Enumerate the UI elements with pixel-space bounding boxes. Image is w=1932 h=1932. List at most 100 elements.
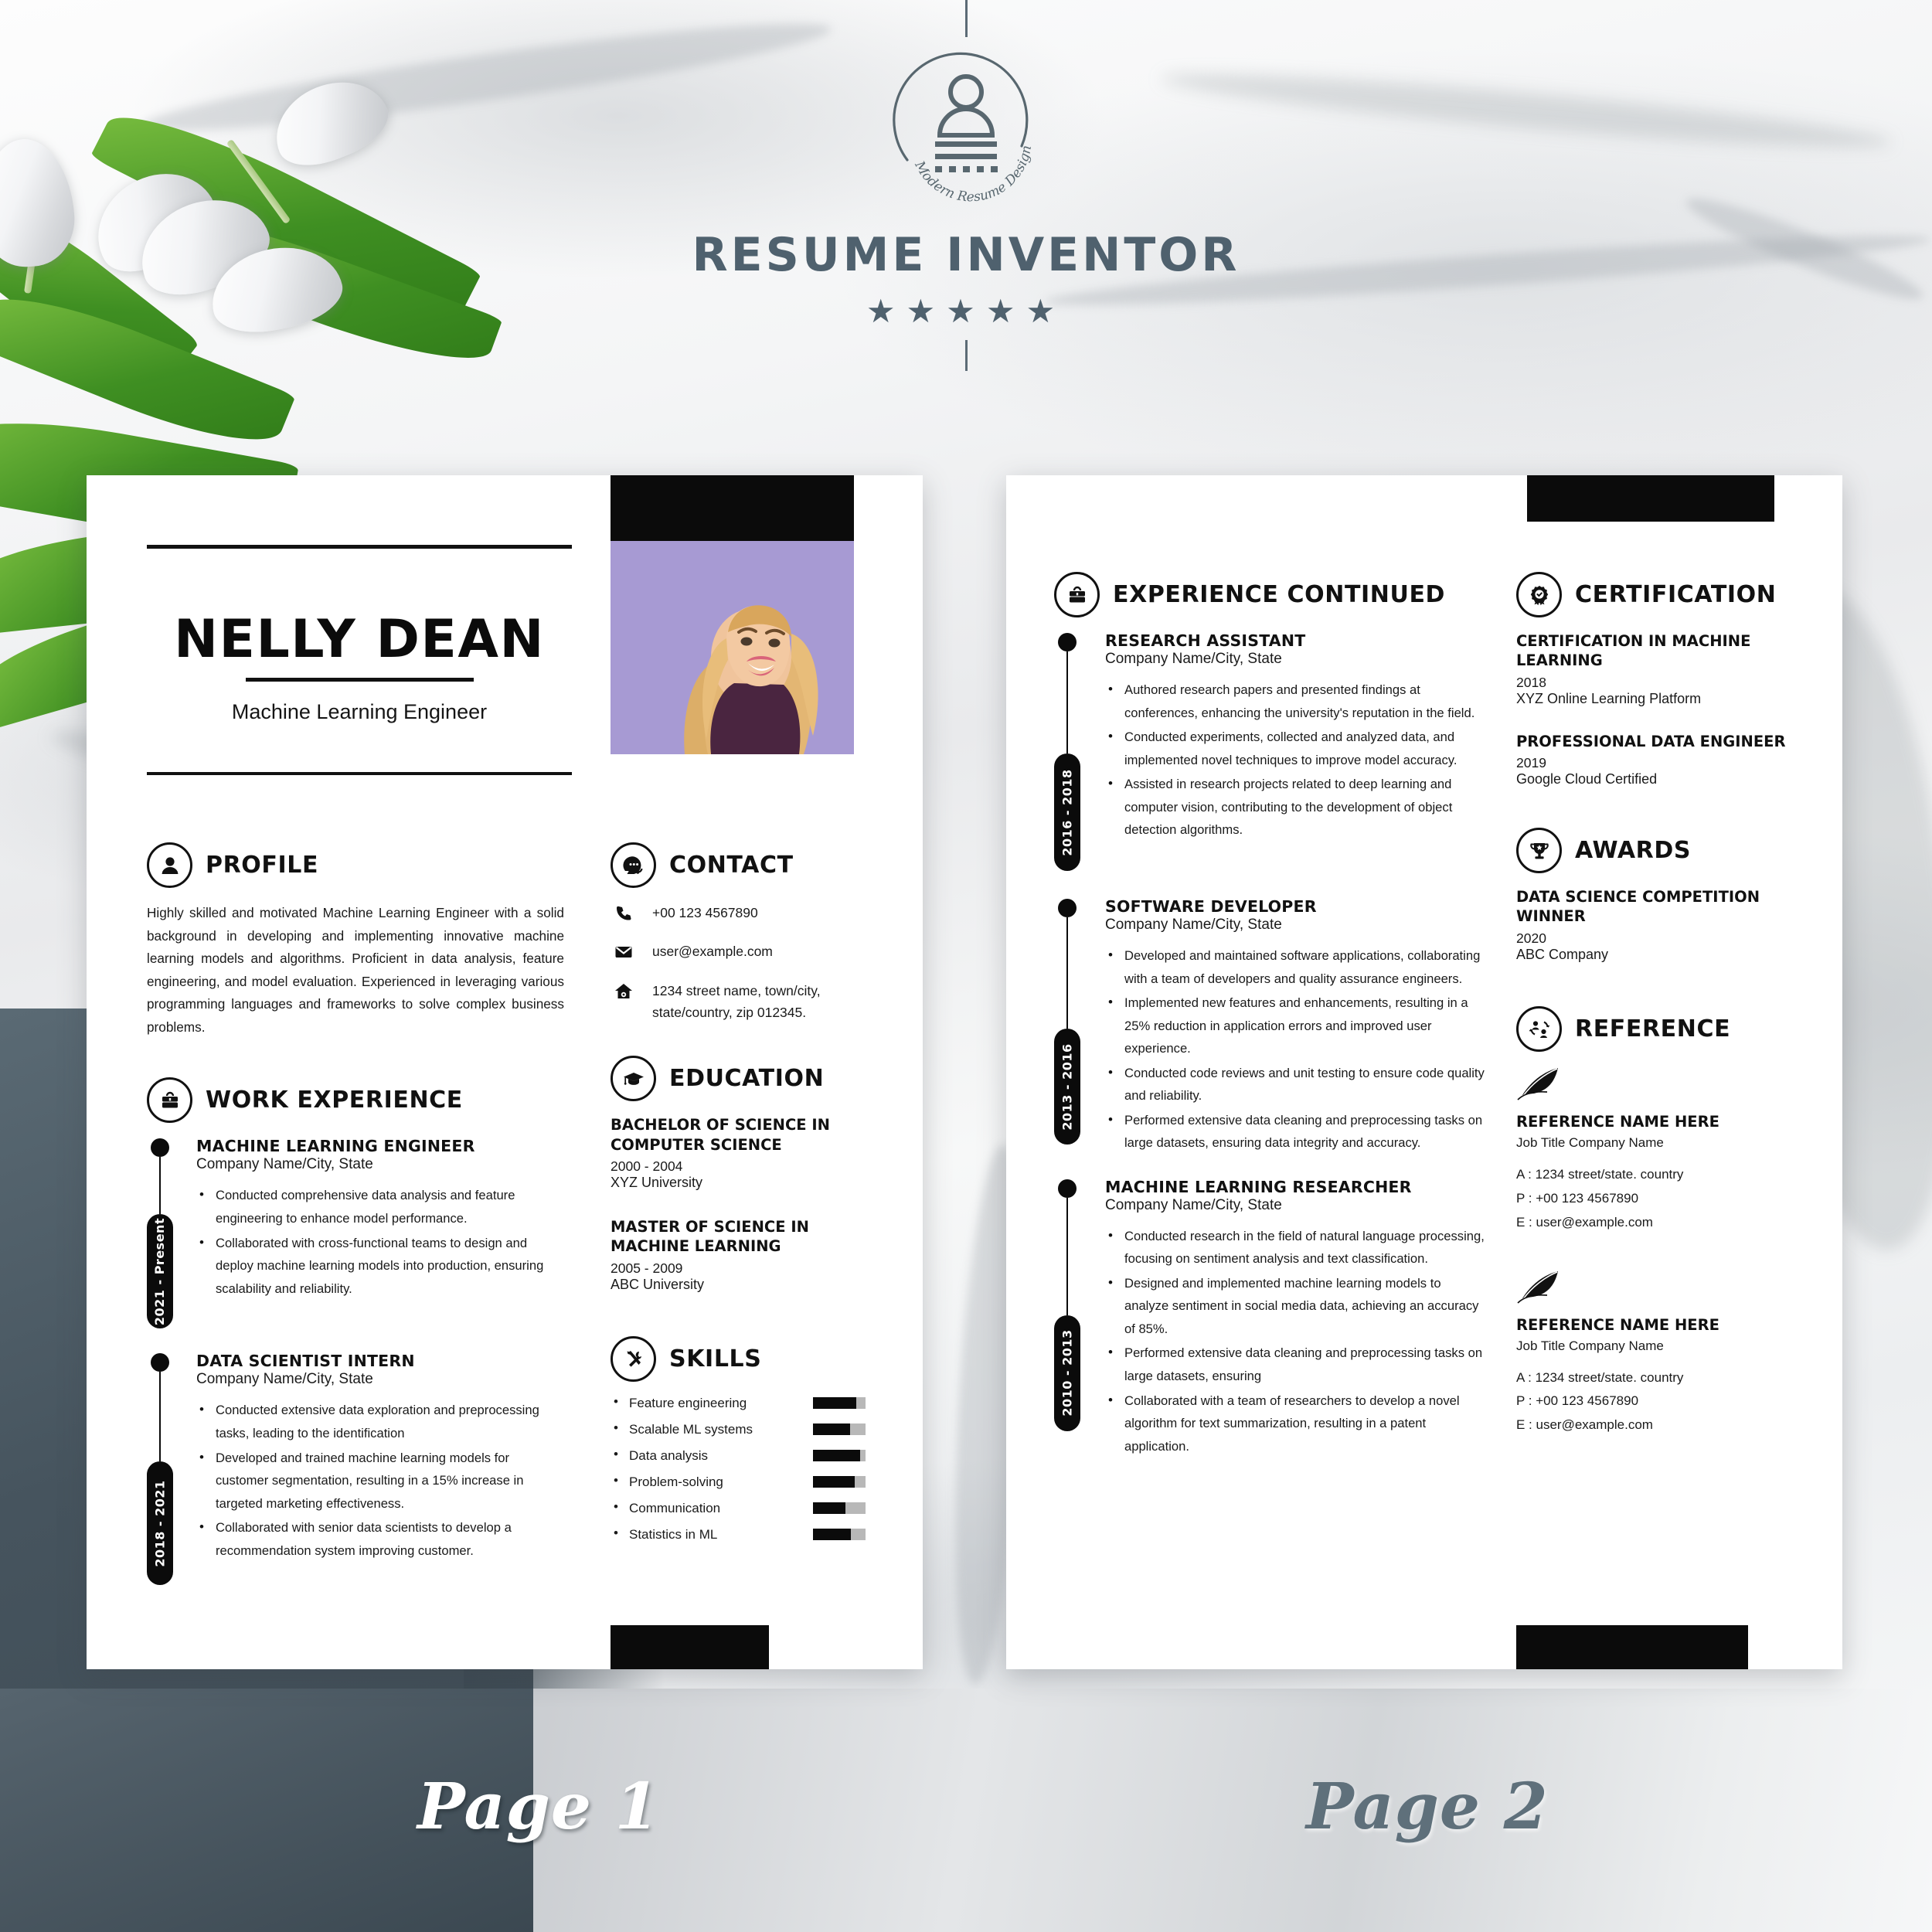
certification-heading: CERTIFICATION [1575, 581, 1777, 608]
reference-address: A : 1234 street/state. country [1516, 1166, 1684, 1182]
section-header-work-experience: WORK EXPERIENCE [147, 1077, 564, 1124]
brand-stars: ★★★★★ [866, 293, 1066, 329]
experience-entry-3: 2010 - 2013 MACHINE LEARNING RESEARCHER … [1054, 1178, 1487, 1458]
timeline-dot [151, 1353, 169, 1372]
skill-bar-track [813, 1476, 866, 1488]
skill-bar-fill [813, 1476, 855, 1488]
certification-issuer: XYZ Online Learning Platform [1516, 690, 1702, 706]
certification-year: 2019 [1516, 755, 1546, 771]
profile-text: Highly skilled and motivated Machine Lea… [147, 905, 564, 1035]
page1-name-header: NELLY DEAN Machine Learning Engineer [147, 545, 572, 775]
skill-bar-fill [813, 1502, 846, 1515]
timeline-rod [1066, 651, 1069, 753]
envelope-icon [611, 940, 637, 961]
reference-heading: REFERENCE [1575, 1015, 1731, 1043]
reference-entry-2: REFERENCE NAME HERE Job Title Company Na… [1516, 1269, 1794, 1438]
bullet: Performed extensive data cleaning and pr… [1105, 1341, 1487, 1387]
timeline-1: 2016 - 2018 [1054, 633, 1080, 871]
work-experience-heading: WORK EXPERIENCE [206, 1087, 463, 1114]
person-icon [147, 842, 192, 888]
job-bullets: Conducted comprehensive data analysis an… [196, 1183, 564, 1301]
award-issuer: ABC Company [1516, 946, 1609, 962]
graduation-cap-icon [611, 1056, 656, 1102]
briefcase-icon [147, 1077, 192, 1124]
education-heading: EDUCATION [669, 1065, 825, 1093]
resume-page-1: NELLY DEAN Machine Learning Engineer PRO… [87, 475, 923, 1669]
job-company: Company Name/City, State [1105, 651, 1282, 667]
certificate-badge-icon [1516, 572, 1562, 617]
page2-right-column: CERTIFICATION CERTIFICATION IN MACHINE L… [1516, 572, 1794, 1437]
logo-bottom-rule [965, 340, 968, 371]
award-entry-1: DATA SCIENCE COMPETITION WINNER 2020 ABC… [1516, 887, 1794, 963]
section-header-profile: PROFILE [147, 842, 564, 888]
job-title: DATA SCIENTIST INTERN [196, 1352, 415, 1371]
skill-bar-fill [813, 1423, 850, 1436]
contact-heading: CONTACT [669, 852, 794, 879]
education-entry-1: BACHELOR OF SCIENCE IN COMPUTER SCIENCE … [611, 1115, 866, 1191]
section-header-experience-continued: EXPERIENCE CONTINUED [1054, 572, 1487, 617]
education-degree: BACHELOR OF SCIENCE IN COMPUTER SCIENCE [611, 1116, 830, 1154]
bullet: Collaborated with cross-functional teams… [196, 1231, 564, 1301]
timeline-dot [1058, 633, 1077, 651]
certification-issuer: Google Cloud Certified [1516, 771, 1658, 787]
timeline-1: 2021 - Present [147, 1138, 173, 1329]
job-bullets: Developed and maintained software applic… [1105, 944, 1487, 1155]
skill-bar-track [813, 1423, 866, 1436]
page1-left-column: PROFILE Highly skilled and motivated Mac… [147, 842, 564, 1586]
svg-text:Modern Resume Design: Modern Resume Design [911, 145, 1035, 206]
brand-name: RESUME INVENTOR [692, 228, 1240, 282]
timeline-period-pill: 2013 - 2016 [1054, 1029, 1080, 1145]
logo-tagline: Modern Resume Design [911, 145, 1035, 206]
quill-icon [1516, 1066, 1794, 1105]
candidate-title: Machine Learning Engineer [231, 700, 488, 723]
contact-email-row[interactable]: user@example.com [611, 940, 866, 962]
bullet: Authored research papers and presented f… [1105, 678, 1487, 724]
experience-period: 2010 - 2013 [1060, 1329, 1075, 1417]
education-school: XYZ University [611, 1175, 703, 1191]
bullet: Conducted comprehensive data analysis an… [196, 1183, 564, 1230]
timeline-dot [151, 1138, 169, 1158]
contact-address-row[interactable]: 1234 street name, town/city, state/count… [611, 980, 866, 1024]
contact-phone: +00 123 4567890 [652, 905, 758, 920]
job-title: MACHINE LEARNING RESEARCHER [1105, 1177, 1412, 1196]
timeline-rod [158, 1372, 162, 1462]
logo-mark: Modern Resume Design [884, 44, 1048, 208]
bullet: Collaborated with a team of researchers … [1105, 1389, 1487, 1458]
job-company: Company Name/City, State [196, 1371, 373, 1388]
job-bullets: Conducted extensive data exploration and… [196, 1398, 564, 1562]
bullet: Developed and maintained software applic… [1105, 944, 1487, 990]
job-title: MACHINE LEARNING ENGINEER [196, 1137, 475, 1156]
reference-email: E : user@example.com [1516, 1214, 1653, 1230]
skill-name: Statistics in ML [611, 1526, 813, 1543]
certification-title: PROFESSIONAL DATA ENGINEER [1516, 732, 1786, 750]
brand-logo-block: Modern Resume Design RESUME INVENTOR ★★★… [0, 0, 1932, 371]
job-company: Company Name/City, State [196, 1156, 373, 1173]
timeline-period-pill: 2021 - Present [147, 1214, 173, 1329]
skills-heading: SKILLS [669, 1345, 762, 1372]
quill-icon [1516, 1269, 1794, 1308]
contact-phone-row[interactable]: +00 123 4567890 [611, 902, 866, 923]
job-bullets: Conducted research in the field of natur… [1105, 1224, 1487, 1458]
job-company: Company Name/City, State [1105, 1196, 1282, 1213]
section-header-certification: CERTIFICATION [1516, 572, 1794, 617]
bullet: Implemented new features and enhancement… [1105, 991, 1487, 1060]
awards-heading: AWARDS [1575, 837, 1692, 865]
timeline-period-pill: 2016 - 2018 [1054, 753, 1080, 871]
job-company: Company Name/City, State [1105, 917, 1282, 933]
skill-row: Scalable ML systems [611, 1420, 866, 1437]
bullet: Performed extensive data cleaning and pr… [1105, 1108, 1487, 1155]
bullet: Conducted code reviews and unit testing … [1105, 1061, 1487, 1107]
skill-name: Problem-solving [611, 1473, 813, 1490]
education-entry-2: MASTER OF SCIENCE IN MACHINE LEARNING 20… [611, 1217, 866, 1293]
certification-year: 2018 [1516, 674, 1546, 690]
skill-bar-track [813, 1529, 866, 1541]
experience-entry-2: 2013 - 2016 SOFTWARE DEVELOPER Company N… [1054, 897, 1487, 1155]
tools-icon [611, 1335, 656, 1382]
name-bottom-rule [147, 772, 572, 775]
experience-period: 2013 - 2016 [1060, 1043, 1075, 1131]
certification-title: CERTIFICATION IN MACHINE LEARNING [1516, 632, 1751, 670]
timeline-period-pill: 2010 - 2013 [1054, 1315, 1080, 1431]
timeline-2: 2013 - 2016 [1054, 899, 1080, 1145]
skill-name: Scalable ML systems [611, 1420, 813, 1437]
skill-bar-fill [813, 1529, 851, 1541]
